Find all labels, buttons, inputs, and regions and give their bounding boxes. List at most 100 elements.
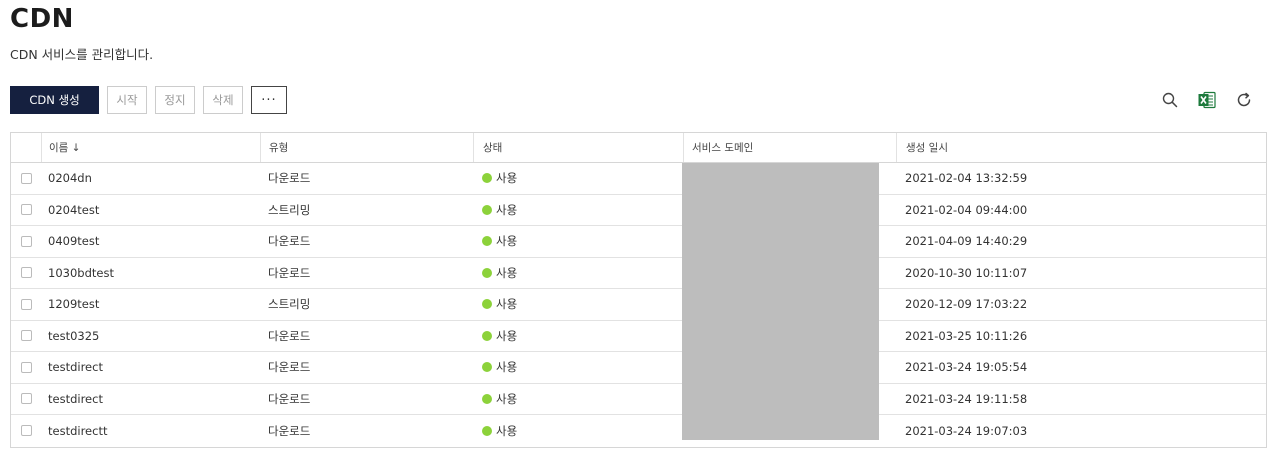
- start-button[interactable]: 시작: [107, 86, 147, 114]
- header-select-cell: [11, 133, 41, 162]
- cell-type: 스트리밍: [268, 297, 311, 312]
- cell-status: 사용: [473, 289, 683, 320]
- cell-status: 사용: [473, 321, 683, 352]
- row-select-cell: [11, 352, 41, 383]
- header-domain[interactable]: 서비스 도메인: [683, 133, 896, 162]
- cell-created: 2020-10-30 10:11:07: [905, 265, 1028, 280]
- row-select-cell: [11, 258, 41, 289]
- status-label: 사용: [496, 265, 518, 280]
- page-title: CDN: [10, 4, 74, 34]
- status-dot-icon: [482, 236, 492, 247]
- row-checkbox[interactable]: [20, 425, 32, 437]
- status-label: 사용: [496, 234, 518, 249]
- row-select-cell: [11, 226, 41, 257]
- cell-status: 사용: [473, 415, 683, 447]
- page-subtitle: CDN 서비스를 관리합니다.: [10, 47, 154, 62]
- cell-type: 다운로드: [268, 328, 311, 343]
- row-checkbox[interactable]: [20, 393, 32, 405]
- row-checkbox[interactable]: [20, 298, 32, 310]
- status-label: 사용: [496, 360, 518, 375]
- row-select-cell: [11, 163, 41, 194]
- refresh-icon[interactable]: [1234, 88, 1254, 112]
- cell-created: 2021-04-09 14:40:29: [905, 234, 1028, 249]
- header-created[interactable]: 생성 일시: [896, 133, 1258, 162]
- row-checkbox[interactable]: [20, 267, 32, 279]
- cell-created: 2021-03-24 19:11:58: [905, 391, 1028, 406]
- status-label: 사용: [496, 328, 518, 343]
- redacted-domain-column: [682, 163, 879, 440]
- create-cdn-button[interactable]: CDN 생성: [10, 86, 99, 114]
- cell-status: 사용: [473, 226, 683, 257]
- cell-name: 0204dn: [48, 171, 92, 186]
- table-tools: [1160, 88, 1254, 112]
- row-select-cell: [11, 289, 41, 320]
- status-dot-icon: [482, 330, 492, 341]
- cell-status: 사용: [473, 195, 683, 226]
- status-dot-icon: [482, 204, 492, 215]
- row-select-cell: [11, 415, 41, 447]
- cell-status: 사용: [473, 258, 683, 289]
- search-icon[interactable]: [1160, 88, 1180, 112]
- row-checkbox[interactable]: [20, 235, 32, 247]
- cell-name: testdirect: [48, 360, 103, 375]
- row-select-cell: [11, 321, 41, 352]
- status-dot-icon: [482, 299, 492, 310]
- cell-created: 2021-02-04 13:32:59: [905, 171, 1028, 186]
- stop-button[interactable]: 정지: [155, 86, 195, 114]
- header-name[interactable]: 이름 ↓: [41, 133, 260, 162]
- cell-type: 다운로드: [268, 423, 311, 438]
- cell-name: test0325: [48, 328, 100, 343]
- table-row[interactable]: 0409test 다운로드 사용 2021-04-09 14:40:29: [11, 226, 1266, 258]
- table-row[interactable]: 1030bdtest 다운로드 사용 2020-10-30 10:11:07: [11, 258, 1266, 289]
- status-dot-icon: [482, 393, 492, 404]
- row-checkbox[interactable]: [20, 204, 32, 216]
- row-checkbox[interactable]: [20, 361, 32, 373]
- status-label: 사용: [496, 391, 518, 406]
- cell-created: 2021-03-24 19:07:03: [905, 423, 1028, 438]
- header-status[interactable]: 상태: [473, 133, 683, 162]
- table-row[interactable]: 0204dn 다운로드 사용 2021-02-04 13:32:59: [11, 163, 1266, 195]
- cell-name: testdirectt: [48, 423, 108, 438]
- table-header-row: 이름 ↓ 유형 상태 서비스 도메인 생성 일시: [11, 133, 1266, 163]
- cell-created: 2021-02-04 09:44:00: [905, 202, 1028, 217]
- row-checkbox[interactable]: [20, 172, 32, 184]
- delete-button[interactable]: 삭제: [203, 86, 243, 114]
- toolbar: CDN 생성 시작 정지 삭제 ···: [10, 86, 287, 114]
- cell-created: 2021-03-25 10:11:26: [905, 328, 1028, 343]
- cell-type: 다운로드: [268, 391, 311, 406]
- excel-icon[interactable]: [1197, 88, 1217, 112]
- row-checkbox[interactable]: [20, 330, 32, 342]
- cell-name: 1030bdtest: [48, 265, 114, 280]
- header-type[interactable]: 유형: [260, 133, 473, 162]
- cell-type: 스트리밍: [268, 202, 311, 217]
- cell-name: 0204test: [48, 202, 100, 217]
- table-row[interactable]: 1209test 스트리밍 사용 2020-12-09 17:03:22: [11, 289, 1266, 321]
- status-label: 사용: [496, 171, 518, 186]
- cell-created: 2020-12-09 17:03:22: [905, 297, 1028, 312]
- status-dot-icon: [482, 267, 492, 278]
- cell-status: 사용: [473, 163, 683, 194]
- table-row[interactable]: test0325 다운로드 사용 2021-03-25 10:11:26: [11, 321, 1266, 352]
- status-label: 사용: [496, 423, 518, 438]
- cell-status: 사용: [473, 352, 683, 383]
- table-row[interactable]: testdirect 다운로드 사용 2021-03-24 19:11:58: [11, 384, 1266, 415]
- cell-type: 다운로드: [268, 265, 311, 280]
- table-row[interactable]: 0204test 스트리밍 사용 2021-02-04 09:44:00: [11, 195, 1266, 226]
- status-label: 사용: [496, 202, 518, 217]
- more-button[interactable]: ···: [251, 86, 287, 114]
- status-dot-icon: [482, 173, 492, 184]
- status-dot-icon: [482, 425, 492, 436]
- status-dot-icon: [482, 362, 492, 373]
- table-row[interactable]: testdirectt 다운로드 사용 2021-03-24 19:07:03: [11, 415, 1266, 447]
- status-label: 사용: [496, 297, 518, 312]
- cell-type: 다운로드: [268, 234, 311, 249]
- cell-type: 다운로드: [268, 171, 311, 186]
- cdn-table: 이름 ↓ 유형 상태 서비스 도메인 생성 일시 0204dn 다운로드 사용 202…: [10, 132, 1267, 448]
- cell-name: 0409test: [48, 234, 100, 249]
- cell-name: 1209test: [48, 297, 100, 312]
- row-select-cell: [11, 384, 41, 415]
- cell-type: 다운로드: [268, 360, 311, 375]
- table-row[interactable]: testdirect 다운로드 사용 2021-03-24 19:05:54: [11, 352, 1266, 384]
- row-select-cell: [11, 195, 41, 226]
- cell-name: testdirect: [48, 391, 103, 406]
